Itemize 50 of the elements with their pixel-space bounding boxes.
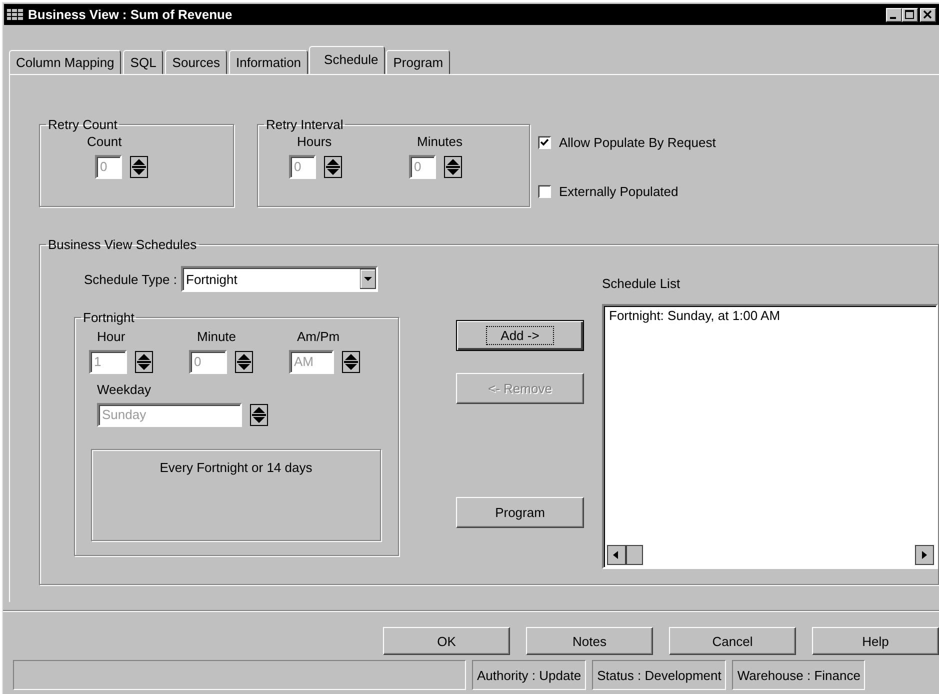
action-button[interactable]: Add -> (456, 320, 584, 351)
field-label: Hour (97, 329, 126, 344)
spin-icon[interactable] (342, 351, 360, 373)
checkbox-label: Allow Populate By Request (559, 135, 716, 150)
status-text: Status : Development (592, 660, 726, 690)
spin-icon[interactable] (130, 156, 148, 178)
dropdown-arrow-icon[interactable] (360, 269, 376, 289)
field-label: Minutes (417, 134, 464, 149)
horizontal-scrollbar[interactable] (607, 545, 934, 565)
dialog-button[interactable]: OK (383, 627, 510, 655)
tab[interactable]: Program (386, 50, 450, 74)
field-label: Count (87, 134, 123, 149)
field-label: Weekday (97, 382, 152, 397)
dialog-button[interactable]: Cancel (669, 627, 796, 655)
close-icon[interactable] (920, 8, 936, 22)
spin-icon[interactable] (250, 404, 268, 426)
field-label: Schedule Type : (84, 272, 177, 286)
spin-icon[interactable] (444, 156, 462, 178)
field-label: Hours (297, 134, 333, 149)
list-label: Schedule List (602, 276, 682, 291)
status-text: Warehouse : Finance (732, 660, 866, 690)
checkbox[interactable] (538, 136, 551, 149)
action-button[interactable]: Program (456, 497, 584, 528)
group-label: Retry Interval (265, 117, 344, 132)
tab[interactable]: Information (229, 50, 308, 74)
dialog-button[interactable]: Help (812, 627, 939, 655)
tab[interactable]: Schedule (309, 46, 386, 74)
spin-icon[interactable] (324, 156, 342, 178)
spin-icon[interactable] (235, 351, 253, 373)
checkbox-label: Externally Populated (559, 184, 678, 199)
field-label: Am/Pm (297, 329, 341, 344)
field-label: Minute (197, 329, 238, 344)
minimize-icon[interactable] (886, 8, 902, 22)
tab[interactable]: Sources (165, 50, 227, 74)
list-item[interactable]: Fortnight: Sunday, at 1:00 AM (609, 308, 934, 323)
dialog-button[interactable]: Notes (526, 627, 653, 655)
dropdown[interactable]: Fortnight (181, 266, 378, 292)
tab[interactable]: SQL (123, 50, 164, 74)
group-label: Retry Count (47, 117, 118, 132)
description-panel: Every Fortnight or 14 days (91, 449, 381, 541)
checkbox[interactable] (538, 185, 551, 198)
group-label: Fortnight (82, 310, 136, 325)
maximize-icon[interactable] (902, 8, 918, 22)
status-text: Authority : Update (472, 660, 586, 690)
spin-icon[interactable] (135, 351, 153, 373)
tab[interactable]: Column Mapping (9, 50, 122, 74)
schedule-list[interactable]: Fortnight: Sunday, at 1:00 AM (602, 304, 938, 569)
app-icon (7, 8, 23, 22)
group-label: Business View Schedules (47, 237, 198, 252)
window-title: Business View : Sum of Revenue (28, 7, 234, 22)
